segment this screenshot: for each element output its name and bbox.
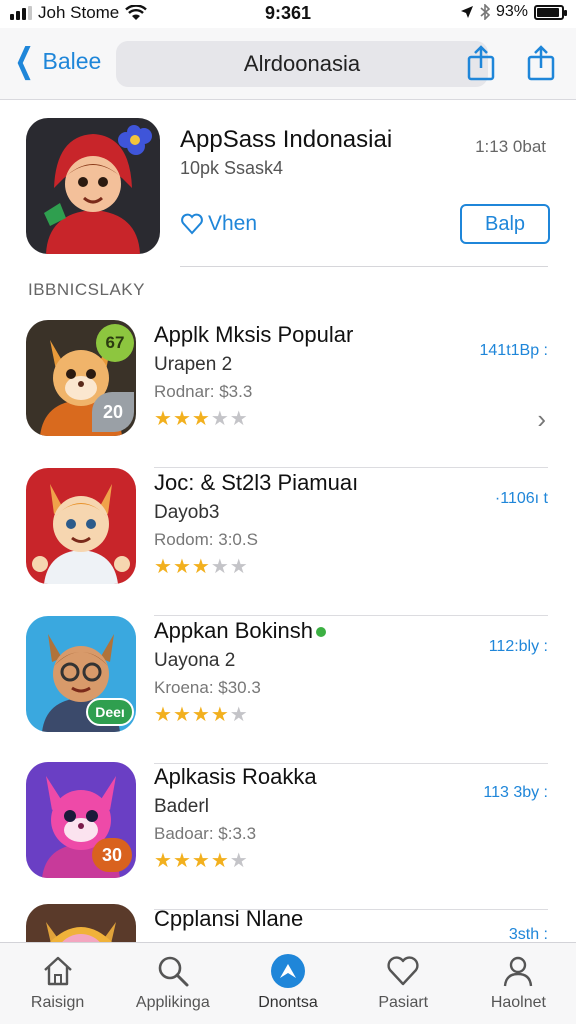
featured-app[interactable]: AppSass Indonasiai 10pk Ssask4 1:13 0bat… bbox=[0, 102, 576, 268]
get-button[interactable]: Balp bbox=[460, 204, 550, 244]
rating-stars: ★★★★★ bbox=[154, 702, 249, 727]
tab-label: Applikinga bbox=[135, 994, 210, 1011]
divider bbox=[180, 266, 548, 267]
app-icon[interactable] bbox=[26, 468, 136, 584]
app-developer: Dayob3 bbox=[154, 502, 220, 523]
app-size: 113 3by : bbox=[483, 784, 548, 801]
app-price: Rodom: 3:0.S bbox=[154, 530, 258, 549]
star-empty-icon: ★ bbox=[229, 850, 249, 872]
status-bar: Joh Stome 9:361 93% bbox=[0, 0, 576, 28]
tab-favorites[interactable]: Pasiart bbox=[346, 943, 461, 1024]
app-developer: Uayona 2 bbox=[154, 650, 236, 671]
share-icon bbox=[467, 45, 495, 81]
share-button[interactable] bbox=[466, 44, 496, 82]
app-name: Joc: & St2l3 Piamuaı bbox=[154, 470, 359, 495]
star-filled-icon: ★ bbox=[191, 850, 211, 872]
star-filled-icon: ★ bbox=[172, 408, 192, 430]
tab-home[interactable]: Raisign bbox=[0, 943, 115, 1024]
wishlist-label: Vhen bbox=[208, 212, 258, 235]
app-size: 112:bly : bbox=[488, 638, 548, 655]
label-badge: Deeı bbox=[86, 698, 134, 726]
star-filled-icon: ★ bbox=[172, 850, 192, 872]
wishlist-button[interactable]: Vhen bbox=[180, 212, 257, 236]
featured-app-icon[interactable] bbox=[26, 118, 160, 254]
app-price: Badoar: $:3.3 bbox=[154, 824, 257, 843]
level-badge: 20 bbox=[92, 392, 134, 432]
star-filled-icon: ★ bbox=[210, 704, 230, 726]
app-list-item[interactable]: 67 20 Applk Mksis Popular Urapen 2 Rodna… bbox=[0, 320, 576, 468]
share-icon bbox=[527, 45, 555, 81]
location-icon bbox=[460, 6, 473, 18]
app-icon[interactable]: 30 bbox=[26, 762, 136, 878]
tab-profile[interactable]: Haolnet bbox=[461, 943, 576, 1024]
app-icon[interactable]: Deeı bbox=[26, 616, 136, 732]
app-name: Applk Mksis Popular bbox=[154, 322, 354, 347]
app-name: Aplkasis Roakka bbox=[154, 764, 317, 789]
star-filled-icon: ★ bbox=[154, 408, 173, 430]
bluetooth-icon bbox=[480, 4, 490, 20]
featured-icon bbox=[271, 954, 305, 988]
star-filled-icon: ★ bbox=[154, 850, 173, 872]
star-filled-icon: ★ bbox=[210, 850, 230, 872]
app-list-item[interactable]: Joc: & St2l3 Piamuaı Dayob3 Rodom: 3:0.S… bbox=[0, 468, 576, 616]
star-empty-icon: ★ bbox=[229, 704, 249, 726]
chevron-left-icon: ❮ bbox=[14, 42, 35, 80]
star-filled-icon: ★ bbox=[172, 704, 192, 726]
star-filled-icon: ★ bbox=[154, 556, 173, 578]
score-badge: 67 bbox=[96, 324, 134, 362]
battery-percent: 93% bbox=[495, 3, 528, 20]
heart-outline-icon bbox=[181, 213, 203, 235]
star-filled-icon: ★ bbox=[154, 704, 173, 726]
rating-stars: ★★★★★ bbox=[154, 848, 249, 873]
tab-bar: Raisign Applikinga Dnontsa Pasiart Haoln… bbox=[0, 942, 576, 1024]
rating-stars: ★★★★★ bbox=[154, 554, 249, 579]
featured-subtitle: 10pk Ssask4 bbox=[180, 158, 284, 178]
tab-label: Pasiart bbox=[378, 994, 429, 1011]
app-price: Rodnar: $3.3 bbox=[154, 382, 253, 401]
tab-search[interactable]: Applikinga bbox=[115, 943, 230, 1024]
app-name: Appkan Bokinsh bbox=[154, 618, 326, 644]
tab-label: Haolnet bbox=[490, 994, 546, 1011]
star-filled-icon: ★ bbox=[172, 556, 192, 578]
online-dot-icon bbox=[316, 627, 326, 638]
app-size: 141t1Bp : bbox=[479, 342, 549, 359]
tab-label: Dnontsa bbox=[258, 994, 318, 1011]
app-name-text: Appkan Bokinsh bbox=[154, 618, 313, 643]
app-size: ·1106ı t bbox=[494, 490, 548, 507]
back-label: Balee bbox=[42, 47, 102, 74]
app-name: Cpplansi Nlane bbox=[154, 906, 304, 931]
app-list-item[interactable]: 30 Aplkasis Roakka Baderl Badoar: $:3.3 … bbox=[0, 762, 576, 910]
nav-title: Alrdoonasia bbox=[116, 41, 488, 87]
heart-icon bbox=[387, 956, 419, 986]
share-button-2[interactable] bbox=[526, 44, 556, 82]
featured-time: 1:13 0bat bbox=[475, 137, 546, 156]
back-button[interactable]: ❮ Balee bbox=[10, 42, 102, 80]
person-icon bbox=[504, 956, 533, 987]
search-icon bbox=[158, 956, 189, 987]
star-empty-icon: ★ bbox=[229, 556, 249, 578]
tab-label: Raisign bbox=[30, 994, 85, 1011]
section-header: IBBNICSLAKY bbox=[28, 280, 145, 299]
star-filled-icon: ★ bbox=[191, 556, 211, 578]
app-list-item[interactable]: Deeı Appkan Bokinsh Uayona 2 Kroena: $30… bbox=[0, 616, 576, 764]
star-empty-icon: ★ bbox=[229, 408, 249, 430]
app-developer: Baderl bbox=[154, 796, 209, 817]
app-price: Kroena: $30.3 bbox=[154, 678, 261, 697]
featured-title: AppSass Indonasiai bbox=[180, 126, 393, 153]
app-icon[interactable]: 67 20 bbox=[26, 320, 136, 436]
battery-icon bbox=[534, 4, 567, 20]
app-developer: Urapen 2 bbox=[154, 354, 233, 375]
home-icon bbox=[43, 956, 72, 986]
star-filled-icon: ★ bbox=[191, 704, 211, 726]
star-empty-icon: ★ bbox=[210, 408, 230, 430]
chevron-right-icon[interactable]: › bbox=[537, 404, 546, 435]
rating-stars: ★★★★★ bbox=[154, 406, 249, 431]
navigation-bar: ❮ Balee Alrdoonasia bbox=[0, 28, 576, 100]
star-filled-icon: ★ bbox=[191, 408, 211, 430]
tab-featured[interactable]: Dnontsa bbox=[230, 943, 345, 1024]
level-badge: 30 bbox=[92, 838, 132, 872]
star-empty-icon: ★ bbox=[210, 556, 230, 578]
